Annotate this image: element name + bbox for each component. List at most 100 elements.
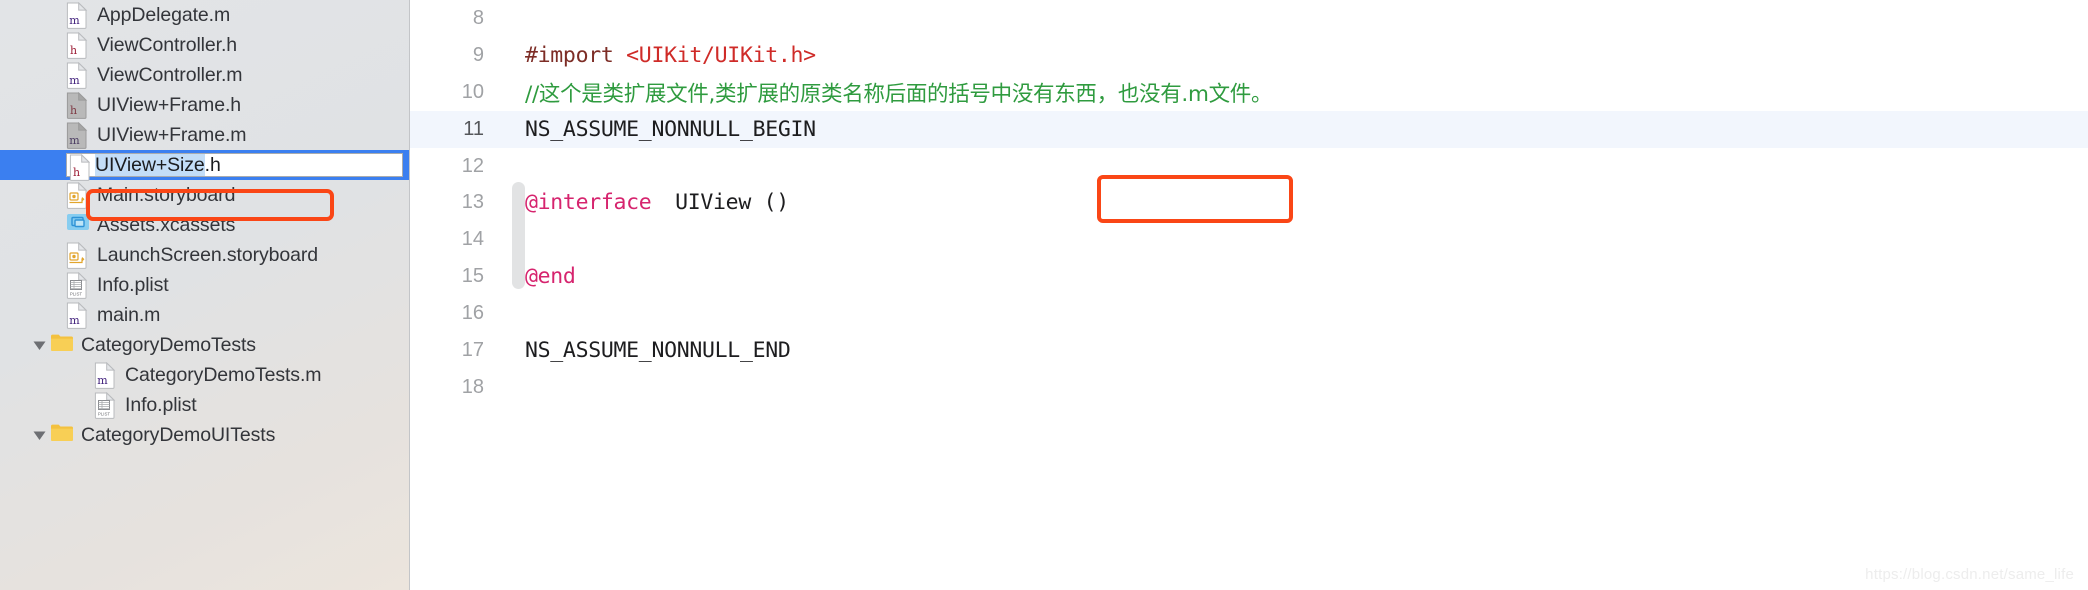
disclosure-triangle-icon[interactable] <box>28 339 50 352</box>
project-navigator-pane[interactable]: m AppDelegate.m h ViewController.h m ViewCont… <box>0 0 410 590</box>
annotated-class-identifier: UIView () <box>664 190 800 216</box>
navigator-row-label: Info.plist <box>97 273 169 296</box>
objc-header-file-icon: h <box>66 91 88 119</box>
svg-text:m: m <box>69 134 80 147</box>
code-text: @interface UIView () <box>516 190 800 216</box>
folder-icon <box>50 422 73 449</box>
navigator-file-row[interactable]: Main.storyboard <box>0 180 409 210</box>
code-line[interactable]: 10 //这个是类扩展文件,类扩展的原类名称后面的括号中没有东西，也没有.m文件。 <box>410 74 2088 111</box>
code-token-include: <UIKit/UIKit.h> <box>626 42 816 68</box>
navigator-file-row[interactable]: PLIST Info.plist <box>0 390 409 420</box>
navigator-row-label: LaunchScreen.storyboard <box>97 243 319 266</box>
plist-file-icon: PLIST <box>94 391 116 419</box>
line-number: 11 <box>463 117 484 140</box>
code-line[interactable]: 15 @end <box>410 258 2088 295</box>
navigator-file-row[interactable]: m CategoryDemoTests.m <box>0 360 409 390</box>
filename-rename-input[interactable]: h UIView+Size.h <box>66 153 403 181</box>
line-number: 15 <box>461 265 484 288</box>
code-token-comment: //这个是类扩展文件,类扩展的原类名称后面的括号中没有东西，也没有.m文件。 <box>525 81 1273 107</box>
line-number: 17 <box>461 338 484 361</box>
disclosure-triangle <box>33 431 45 440</box>
line-number: 16 <box>461 302 484 325</box>
code-line-list[interactable]: 8 9 #import <UIKit/UIKit.h> 10 //这个是类扩展文件,类扩… <box>410 0 2088 406</box>
code-line[interactable]: 11 NS_ASSUME_NONNULL_BEGIN <box>410 110 2088 148</box>
navigator-group-categorydemouitests[interactable]: CategoryDemoUITests <box>0 420 409 450</box>
code-token-plain: NS_ASSUME_NONNULL_END <box>525 337 791 363</box>
line-number: 9 <box>472 43 484 66</box>
asset-catalog-icon <box>66 212 89 239</box>
navigator-file-row[interactable]: h UIView+Size.hh UIView+Size.h <box>0 150 409 181</box>
svg-text:m: m <box>69 314 80 327</box>
code-text: #import <UIKit/UIKit.h> <box>516 43 816 68</box>
code-line[interactable]: 18 <box>410 369 2088 406</box>
project-navigator-list[interactable]: m AppDelegate.m h ViewController.h m ViewCont… <box>0 0 409 450</box>
filename-extension-text: .h <box>204 154 221 176</box>
navigator-file-row[interactable]: PLIST Info.plist <box>0 270 409 300</box>
folder-icon <box>50 332 73 359</box>
disclosure-triangle-icon[interactable] <box>28 429 50 442</box>
navigator-row-label: Main.storyboard <box>97 183 236 206</box>
objc-source-file-icon: m <box>66 301 88 329</box>
navigator-row-label: AppDelegate.m <box>97 3 231 26</box>
storyboard-file-icon <box>66 241 88 269</box>
svg-text:PLIST: PLIST <box>98 411 111 416</box>
svg-text:PLIST: PLIST <box>70 291 83 296</box>
line-number: 14 <box>461 228 484 251</box>
objc-header-file-icon: h <box>66 31 88 59</box>
navigator-file-row[interactable]: m ViewController.m <box>0 60 409 90</box>
svg-text:m: m <box>97 374 108 387</box>
code-token-keyword: @end <box>525 264 576 290</box>
line-number: 12 <box>461 154 484 177</box>
objc-source-file-icon: m <box>94 361 116 389</box>
code-line[interactable]: 16 <box>410 295 2088 332</box>
navigator-row-label: UIView+Frame.h <box>97 93 242 116</box>
navigator-file-row[interactable]: h ViewController.h <box>0 30 409 60</box>
code-line[interactable]: 17 NS_ASSUME_NONNULL_END <box>410 332 2088 369</box>
navigator-file-row[interactable]: LaunchScreen.storyboard <box>0 240 409 270</box>
line-number: 13 <box>461 191 484 214</box>
code-line[interactable]: 13 @interface UIView () <box>410 184 2088 221</box>
xcode-window: m AppDelegate.m h ViewController.h m ViewCont… <box>0 0 2088 590</box>
filename-selected-text: UIView+Size <box>95 154 205 176</box>
line-number: 18 <box>461 375 484 398</box>
code-text: NS_ASSUME_NONNULL_END <box>516 338 791 363</box>
watermark-text: https://blog.csdn.net/same_life <box>1865 566 2074 583</box>
svg-text:h: h <box>70 44 77 57</box>
navigator-file-row[interactable]: m UIView+Frame.m <box>0 120 409 150</box>
line-number: 10 <box>461 80 484 103</box>
navigator-group-categorydemotests[interactable]: CategoryDemoTests <box>0 330 409 360</box>
navigator-file-row[interactable]: m AppDelegate.m <box>0 0 409 30</box>
line-number: 8 <box>472 6 484 29</box>
code-line[interactable]: 14 <box>410 221 2088 258</box>
svg-text:m: m <box>69 74 80 87</box>
svg-text:h: h <box>73 166 80 179</box>
navigator-row-label: Info.plist <box>125 393 197 416</box>
filename-rename-value: UIView+Size.h <box>95 154 221 176</box>
navigator-file-row[interactable]: Assets.xcassets <box>0 210 409 240</box>
code-token-plain: NS_ASSUME_NONNULL_BEGIN <box>525 116 816 142</box>
navigator-row-label: CategoryDemoUITests <box>81 423 276 446</box>
objc-header-file-icon: h <box>69 153 91 181</box>
navigator-row-label: Assets.xcassets <box>97 213 236 236</box>
plist-file-icon: PLIST <box>66 271 88 299</box>
code-fold-ribbon[interactable] <box>512 182 525 289</box>
storyboard-file-icon <box>66 181 88 209</box>
objc-source-file-icon: m <box>66 121 88 149</box>
navigator-file-row[interactable]: m main.m <box>0 300 409 330</box>
navigator-row-label: CategoryDemoTests <box>81 333 256 356</box>
navigator-row-label: UIView+Frame.m <box>97 123 247 146</box>
navigator-row-label: main.m <box>97 303 161 326</box>
code-token-keyword: @interface <box>525 190 665 216</box>
code-text: NS_ASSUME_NONNULL_BEGIN <box>516 117 816 142</box>
source-code-editor-pane[interactable]: 8 9 #import <UIKit/UIKit.h> 10 //这个是类扩展文件,类扩… <box>410 0 2088 590</box>
navigator-row-label: CategoryDemoTests.m <box>125 363 322 386</box>
code-line[interactable]: 8 <box>410 0 2088 37</box>
code-token-pp: #import <box>525 42 627 68</box>
disclosure-triangle <box>33 341 45 350</box>
code-line[interactable]: 9 #import <UIKit/UIKit.h> <box>410 37 2088 74</box>
code-line[interactable]: 12 <box>410 148 2088 185</box>
svg-text:h: h <box>70 104 77 117</box>
objc-source-file-icon: m <box>66 1 88 29</box>
navigator-file-row[interactable]: h UIView+Frame.h <box>0 90 409 120</box>
code-text: //这个是类扩展文件,类扩展的原类名称后面的括号中没有东西，也没有.m文件。 <box>516 77 1273 108</box>
